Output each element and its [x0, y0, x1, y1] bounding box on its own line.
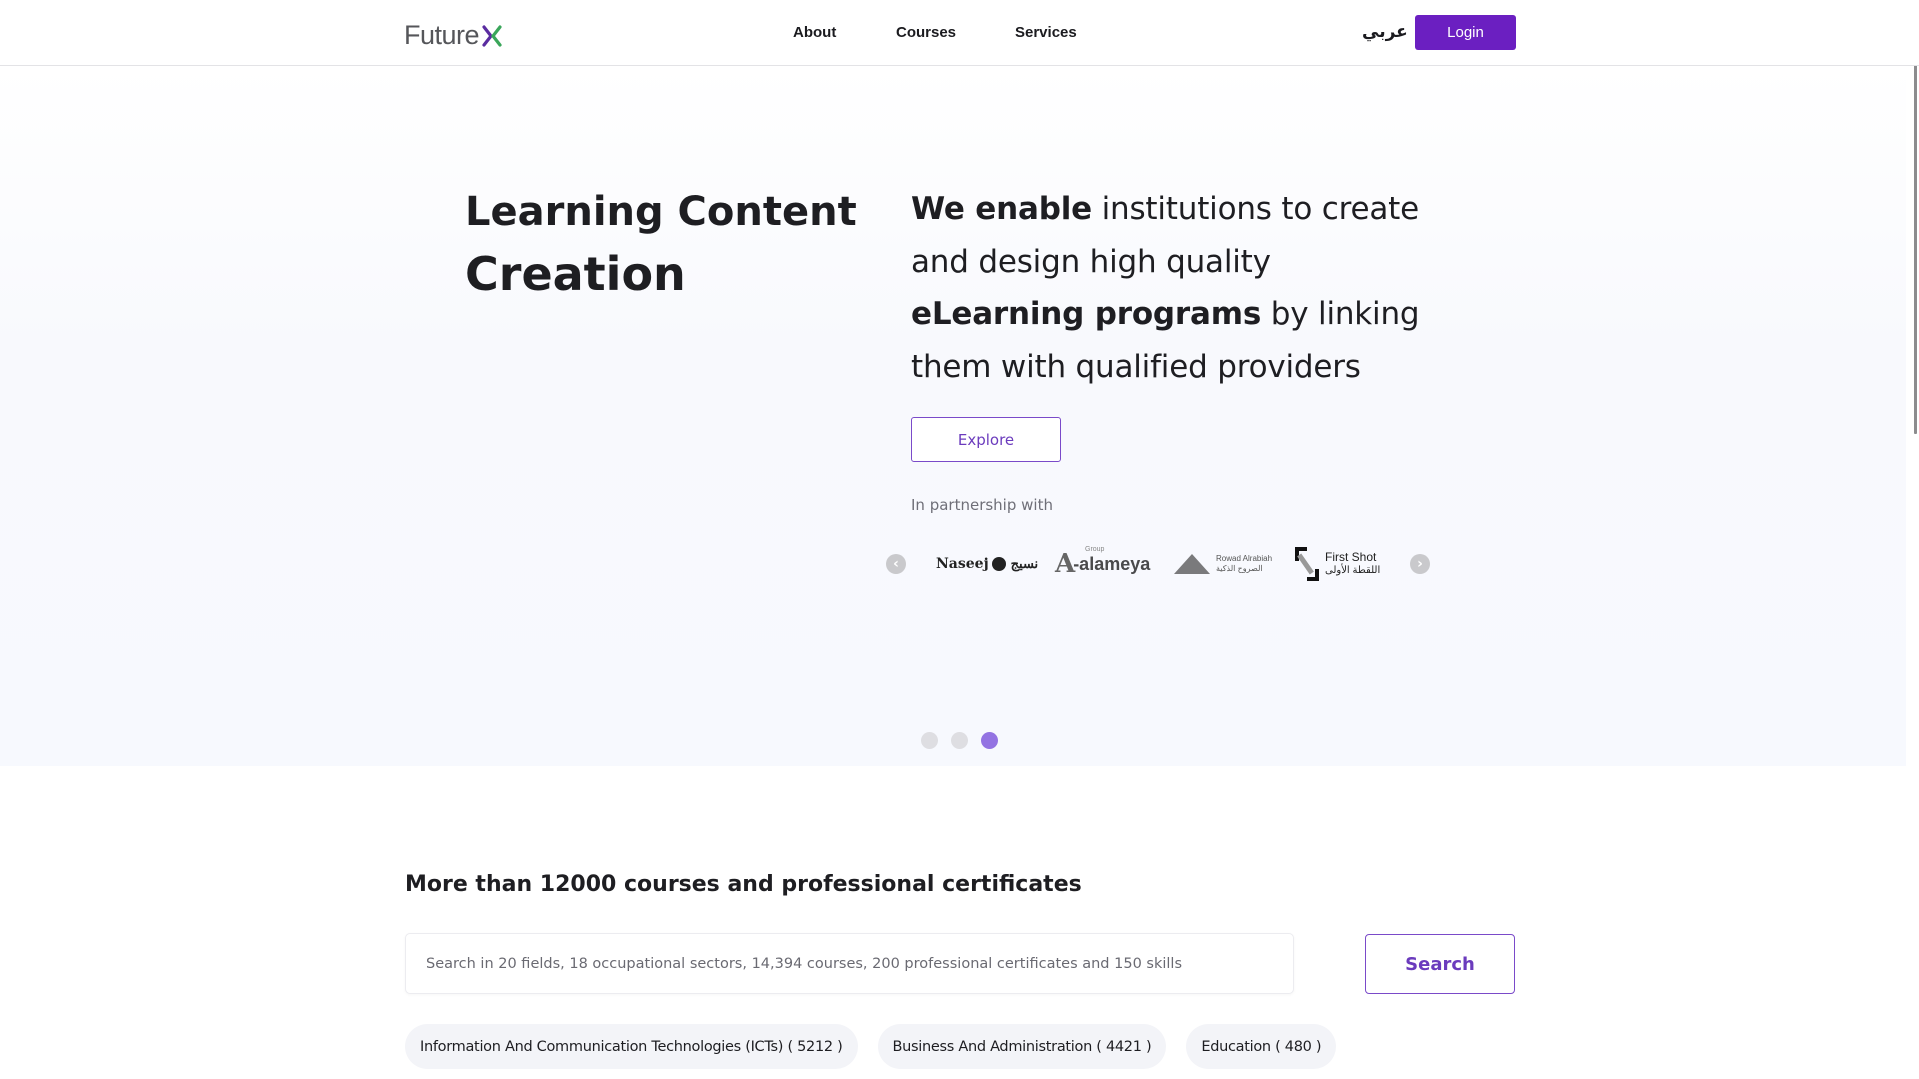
partner-subtitle: Group	[1085, 546, 1105, 553]
category-chip-education[interactable]: Education ( 480 )	[1186, 1024, 1337, 1069]
partner-name: -alameya	[1073, 553, 1151, 574]
first-shot-mark-icon	[1295, 547, 1319, 581]
futurex-logo[interactable]: Future	[404, 20, 503, 51]
language-toggle[interactable]: عربي	[1362, 22, 1408, 42]
partner-arabic: الصروح الذكية	[1216, 564, 1263, 573]
partner-name: First Shot	[1325, 550, 1377, 564]
course-count: 12000	[539, 872, 617, 897]
title-prefix: More than	[405, 872, 540, 897]
category-chips: Information And Communication Technologi…	[405, 1024, 1337, 1069]
partner-text: First Shot اللقطة الأولى	[1325, 551, 1380, 577]
partner-logo-alameya: A -alameya Group	[1055, 544, 1150, 584]
partner-text: Rowad Alrabiah الصروح الذكية	[1216, 554, 1272, 574]
partnership-label: In partnership with	[911, 496, 1053, 514]
rowad-triangle-icon	[1174, 554, 1210, 574]
hero-description: We enable institutions to create and des…	[911, 183, 1431, 393]
login-button[interactable]: Login	[1415, 15, 1516, 50]
chevron-right-icon[interactable]: ›	[1410, 554, 1430, 574]
hero-title: Learning Content Creation	[465, 181, 865, 305]
carousel-dot-1[interactable]	[921, 732, 938, 749]
partner-arabic: اللقطة الأولى	[1325, 565, 1381, 576]
courses-section-title: More than 12000 courses and professional…	[405, 872, 1082, 897]
search-button[interactable]: Search	[1365, 934, 1515, 994]
hero-title-line1: Learning Content	[465, 189, 857, 235]
nav-courses[interactable]: Courses	[896, 24, 956, 41]
explore-button[interactable]: Explore	[911, 417, 1061, 462]
scrollbar-track[interactable]	[1906, 0, 1919, 1079]
logo-x-icon	[481, 24, 503, 47]
carousel-dot-3-active[interactable]	[981, 732, 998, 749]
title-suffix: courses and professional certificates	[616, 872, 1082, 897]
scrollbar-thumb[interactable]	[1914, 12, 1917, 434]
partner-logo-first-shot: First Shot اللقطة الأولى	[1295, 544, 1380, 584]
hero-bold-2: eLearning programs	[911, 296, 1262, 332]
partner-name: Naseej	[936, 556, 989, 572]
alameya-mark-icon: A	[1055, 549, 1076, 579]
chevron-left-icon[interactable]: ‹	[886, 554, 906, 574]
partner-logo-naseej: Naseej نسيج	[936, 544, 1038, 584]
category-chip-ict[interactable]: Information And Communication Technologi…	[405, 1024, 858, 1069]
partner-name: Rowad Alrabiah	[1216, 554, 1273, 563]
partner-logo-rowad: Rowad Alrabiah الصروح الذكية	[1174, 544, 1272, 584]
nav-services[interactable]: Services	[1015, 24, 1077, 41]
logo-text: Future	[404, 20, 480, 50]
hero-title-line2: Creation	[465, 247, 686, 301]
hero-bold-1: We enable	[911, 191, 1092, 227]
naseej-mark-icon	[991, 557, 1006, 571]
carousel-dot-2[interactable]	[951, 732, 968, 749]
site-header: Future About Courses Services عربي Login	[0, 0, 1919, 66]
category-chip-business[interactable]: Business And Administration ( 4421 )	[877, 1024, 1167, 1069]
course-search-input[interactable]	[405, 933, 1294, 994]
hero-section: Learning Content Creation We enable inst…	[0, 66, 1906, 766]
partner-arabic: نسيج	[1010, 556, 1039, 572]
nav-about[interactable]: About	[793, 24, 836, 41]
